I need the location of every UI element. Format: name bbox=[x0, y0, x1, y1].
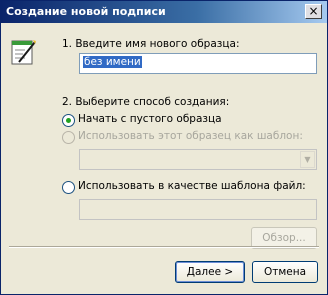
radio-file-template[interactable] bbox=[62, 181, 75, 194]
template-select[interactable]: ▼ bbox=[79, 149, 317, 170]
title-bar: Создание новой подписи × bbox=[1, 1, 327, 23]
radio-use-current-template[interactable] bbox=[62, 131, 75, 144]
name-input-value: без имени bbox=[83, 56, 142, 68]
radio-file-template-label[interactable]: Использовать в качестве шаблона файл: bbox=[78, 180, 306, 192]
step2-label: 2. Выберите способ создания: bbox=[62, 96, 230, 108]
radio-use-current-template-label[interactable]: Использовать этот образец как шаблон: bbox=[78, 130, 303, 142]
cancel-button[interactable]: Отмена bbox=[252, 261, 318, 283]
separator bbox=[9, 246, 319, 248]
next-button[interactable]: Далее > bbox=[175, 261, 245, 283]
signature-wand-icon bbox=[11, 40, 36, 65]
close-icon: × bbox=[308, 4, 319, 18]
name-input[interactable]: без имени bbox=[79, 53, 317, 74]
radio-empty-template[interactable] bbox=[62, 114, 75, 127]
chevron-down-icon[interactable]: ▼ bbox=[300, 151, 315, 168]
dialog-title: Создание новой подписи bbox=[6, 5, 166, 18]
radio-empty-template-label[interactable]: Начать с пустого образца bbox=[78, 113, 222, 125]
template-file-input[interactable] bbox=[79, 199, 317, 220]
new-signature-dialog: Создание новой подписи × 1. Введите имя … bbox=[0, 0, 328, 295]
step1-label: 1. Введите имя нового образца: bbox=[62, 38, 240, 50]
close-button[interactable]: × bbox=[305, 4, 322, 19]
